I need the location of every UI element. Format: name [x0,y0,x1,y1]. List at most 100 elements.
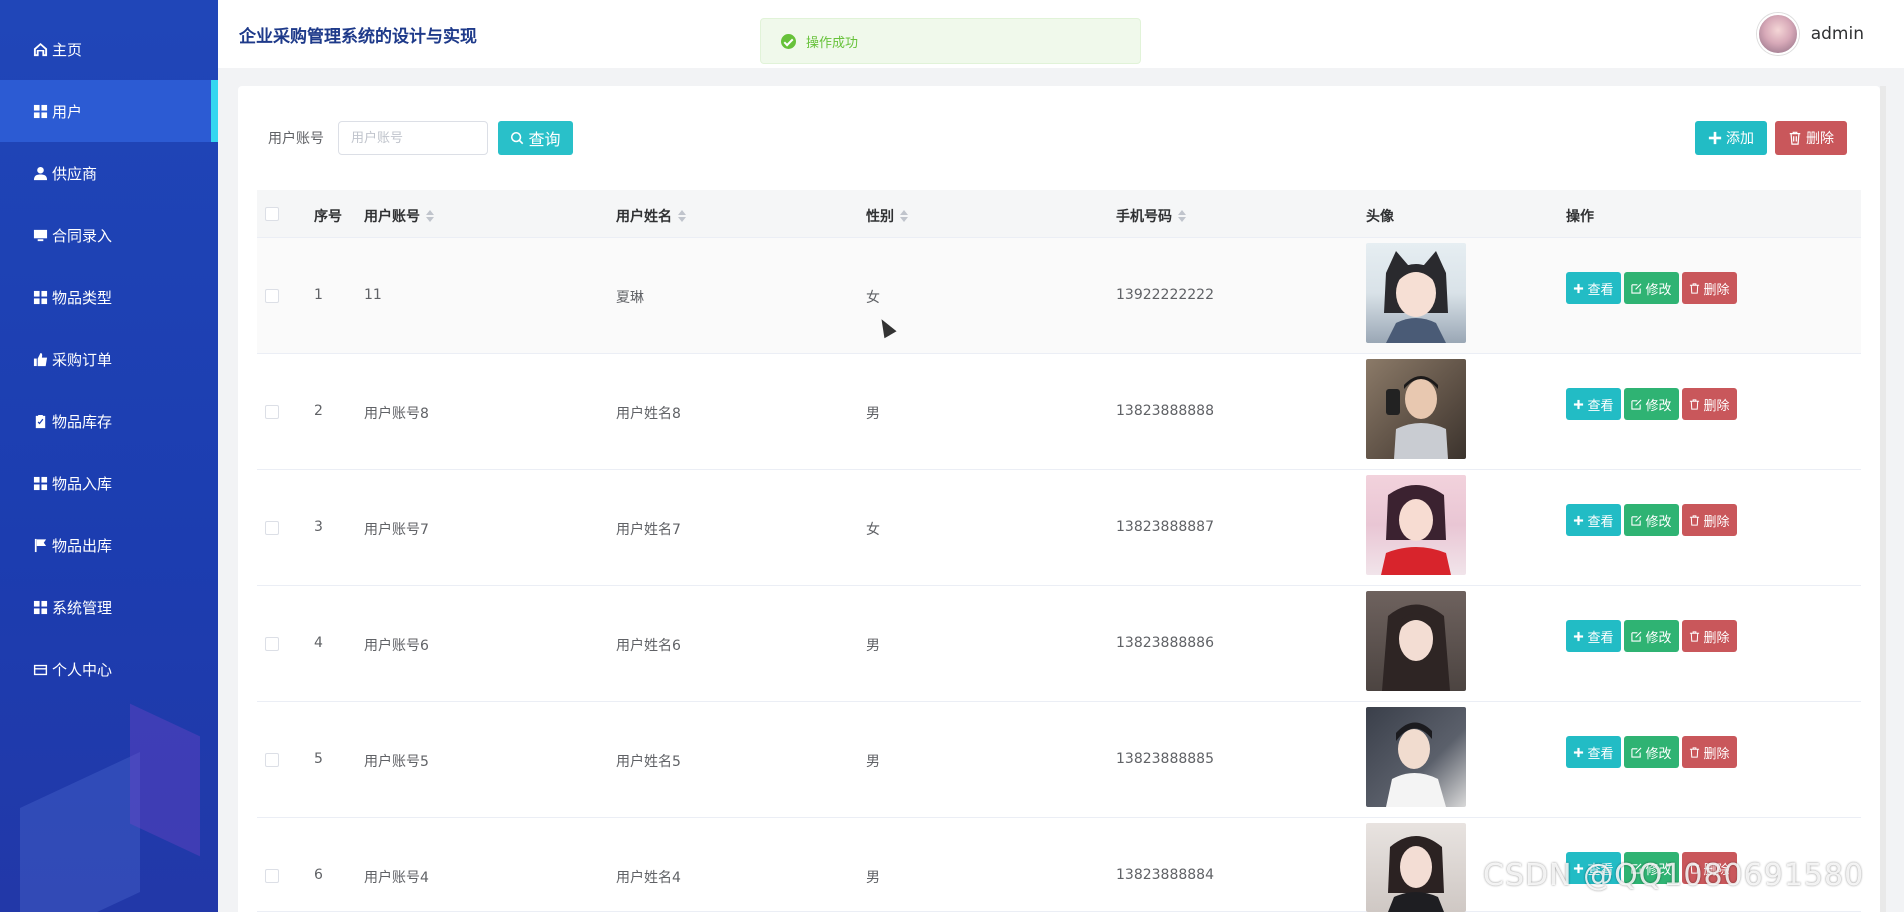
sort-icon[interactable] [900,210,908,222]
cell-name: 用户姓名4 [616,870,681,886]
edit-label: 修改 [1645,282,1672,298]
cell-name: 用户姓名7 [616,522,681,538]
column-gender[interactable]: 性别 [866,206,908,226]
sidebar-item-system[interactable]: 系统管理 [0,576,218,638]
top-header: 企业采购管理系统的设计与实现 操作成功 admin [218,0,1904,68]
edit-button[interactable]: 修改 [1624,736,1679,768]
cell-account: 用户账号4 [364,870,429,886]
view-label: 查看 [1587,398,1614,414]
delete-button[interactable]: 删除 [1682,388,1737,420]
view-label: 查看 [1587,630,1614,646]
sort-icon[interactable] [678,210,686,222]
cell-index: 3 [314,519,323,535]
avatar-photo[interactable] [1366,243,1466,343]
row-checkbox[interactable] [265,869,279,883]
cell-account: 用户账号7 [364,522,429,538]
avatar[interactable] [1756,13,1799,55]
search-icon [511,131,524,145]
toast-message: 操作成功 [806,35,859,51]
column-name-label: 用户姓名 [616,209,672,225]
row-checkbox[interactable] [265,521,279,535]
view-button[interactable]: 查看 [1566,272,1621,304]
table-row[interactable]: 3 用户账号7 用户姓名7 女 13823888887 查看 修改 删除 [257,470,1861,586]
column-gender-label: 性别 [866,209,894,225]
sort-icon[interactable] [426,210,434,222]
batch-delete-button[interactable]: 删除 [1775,121,1847,155]
grid-icon [32,103,48,119]
sidebar-item-users[interactable]: 用户 [0,80,218,142]
avatar-photo[interactable] [1366,591,1466,691]
cell-name: 用户姓名8 [616,406,681,422]
username[interactable]: admin [1811,24,1864,44]
cell-name: 夏琳 [616,290,644,306]
column-account[interactable]: 用户账号 [364,206,434,226]
view-button[interactable]: 查看 [1566,388,1621,420]
view-label: 查看 [1587,514,1614,530]
sort-icon[interactable] [1178,210,1186,222]
delete-button[interactable]: 删除 [1682,504,1737,536]
row-checkbox[interactable] [265,753,279,767]
avatar-photo[interactable] [1366,823,1466,912]
sidebar-item-profile[interactable]: 个人中心 [0,638,218,700]
sidebar-item-purchase-orders[interactable]: 采购订单 [0,328,218,390]
sidebar-item-contracts[interactable]: 合同录入 [0,204,218,266]
edit-button[interactable]: 修改 [1624,388,1679,420]
scrollbar[interactable] [1880,86,1886,912]
edit-icon [1631,631,1642,642]
sidebar-item-item-types[interactable]: 物品类型 [0,266,218,328]
column-index: 序号 [314,209,342,225]
sidebar-decoration [130,703,200,857]
delete-button[interactable]: 删除 [1682,736,1737,768]
edit-icon [1631,515,1642,526]
view-button[interactable]: 查看 [1566,504,1621,536]
edit-button[interactable]: 修改 [1624,620,1679,652]
sidebar-item-label: 物品入库 [52,474,113,493]
flag-icon [32,537,48,553]
edit-label: 修改 [1645,514,1672,530]
edit-button[interactable]: 修改 [1624,272,1679,304]
sidebar-item-inventory[interactable]: 物品库存 [0,390,218,452]
row-checkbox[interactable] [265,289,279,303]
trash-icon [1690,398,1700,410]
column-name[interactable]: 用户姓名 [616,206,686,226]
delete-button[interactable]: 删除 [1682,272,1737,304]
avatar-photo[interactable] [1366,475,1466,575]
cell-phone: 13823888885 [1116,751,1214,767]
table-row[interactable]: 4 用户账号6 用户姓名6 男 13823888886 查看 修改 删除 [257,586,1861,702]
avatar-photo[interactable] [1366,359,1466,459]
delete-label: 删除 [1703,398,1730,414]
query-button[interactable]: 查询 [498,121,573,155]
table-row[interactable]: 1 11 夏琳 女 13922222222 查看 修改 删除 [257,238,1861,354]
column-phone[interactable]: 手机号码 [1116,206,1186,226]
cell-gender: 男 [866,406,880,422]
clipboard-icon [32,413,48,429]
row-checkbox[interactable] [265,405,279,419]
monitor-icon [32,227,48,243]
delete-button[interactable]: 删除 [1682,620,1737,652]
edit-button[interactable]: 修改 [1624,504,1679,536]
add-button[interactable]: 添加 [1695,121,1767,155]
delete-label: 删除 [1703,746,1730,762]
table-row[interactable]: 2 用户账号8 用户姓名8 男 13823888888 查看 修改 删除 [257,354,1861,470]
row-checkbox[interactable] [265,637,279,651]
plus-icon [1574,747,1584,757]
sidebar-item-suppliers[interactable]: 供应商 [0,142,218,204]
edit-label: 修改 [1645,398,1672,414]
sidebar-item-stock-out[interactable]: 物品出库 [0,514,218,576]
table-row[interactable]: 5 用户账号5 用户姓名5 男 13823888885 查看 修改 删除 [257,702,1861,818]
view-button[interactable]: 查看 [1566,620,1621,652]
trash-icon [1690,746,1700,758]
sidebar-item-stock-in[interactable]: 物品入库 [0,452,218,514]
sidebar-item-home[interactable]: 主页 [0,18,218,80]
search-label: 用户账号 [268,131,324,147]
cell-index: 6 [314,867,323,883]
user-menu[interactable]: admin [1756,13,1864,55]
avatar-photo[interactable] [1366,707,1466,807]
select-all-checkbox[interactable] [265,207,279,221]
grid-icon [32,475,48,491]
plus-icon [1708,131,1722,145]
cell-account: 用户账号6 [364,638,429,654]
view-button[interactable]: 查看 [1566,736,1621,768]
account-search-input[interactable] [338,121,488,155]
cell-name: 用户姓名6 [616,638,681,654]
